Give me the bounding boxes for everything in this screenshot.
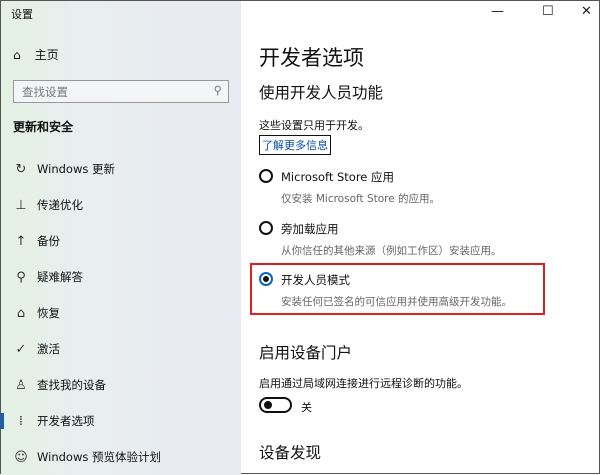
portal-desc: 启用通过局域网连接进行远程诊断的功能。 xyxy=(259,377,468,390)
radio-store[interactable] xyxy=(259,169,273,183)
sidebar-item-icon: ↻ xyxy=(15,161,27,177)
sidebar-item[interactable]: ⚲ 疑难解答 xyxy=(1,265,241,289)
sidebar-item[interactable]: ⁞ 开发者选项 xyxy=(1,409,241,433)
sidebar-item-label: Windows 预览体验计划 xyxy=(37,450,161,464)
option-sub: 从你信任的其他来源（例如工作区）安装应用。 xyxy=(281,245,502,257)
close-button[interactable]: ✕ xyxy=(581,4,592,19)
sidebar-item[interactable]: ♙ 查找我的设备 xyxy=(1,373,241,397)
sidebar-item[interactable]: ⌂ 恢复 xyxy=(1,301,241,325)
home-link[interactable]: ⌂ 主页 xyxy=(13,46,59,63)
option-label: 旁加载应用 xyxy=(281,222,339,236)
minimize-button[interactable]: — xyxy=(491,4,504,19)
sidebar-item-label: Windows 更新 xyxy=(37,162,115,176)
sidebar-item[interactable]: ⊥ 传递优化 xyxy=(1,193,241,217)
sidebar-item-icon: ⁞ xyxy=(18,413,24,429)
section-heading: 更新和安全 xyxy=(13,120,74,134)
learn-more-link[interactable]: 了解更多信息 xyxy=(259,135,331,155)
sidebar-item-label: 恢复 xyxy=(37,306,60,320)
sidebar-item-label: 开发者选项 xyxy=(37,414,95,428)
maximize-button[interactable]: ☐ xyxy=(542,4,554,19)
sidebar-item[interactable]: ✓ 激活 xyxy=(1,337,241,361)
radio-sideload[interactable] xyxy=(259,221,273,235)
sidebar-item-label: 激活 xyxy=(37,342,60,356)
sidebar-item-label: 疑难解答 xyxy=(37,270,83,284)
page-title: 开发者选项 xyxy=(259,46,364,70)
sidebar-item[interactable]: ↻ Windows 更新 xyxy=(1,157,241,181)
highlight-box xyxy=(250,263,545,315)
home-label: 主页 xyxy=(34,48,59,62)
sidebar-item-label: 备份 xyxy=(37,234,60,248)
sidebar-item-icon: ☺ xyxy=(14,449,28,465)
sidebar-item-icon: ✓ xyxy=(15,341,27,357)
search-icon: ⚲ xyxy=(213,83,222,97)
sidebar-item-icon: ♙ xyxy=(15,377,27,393)
sidebar-item[interactable]: ↑ 备份 xyxy=(1,229,241,253)
sidebar-item-icon: ⌂ xyxy=(16,305,26,321)
sidebar-item-label: 查找我的设备 xyxy=(37,378,106,392)
search-placeholder: 查找设置 xyxy=(22,85,68,99)
settings-window: 设置 ⌂ 主页 查找设置 ⚲ 更新和安全 ↻ Windows 更新 ⊥ 传递优化 ↑ 备份 ⚲ 疑… xyxy=(0,0,600,475)
section-device-portal: 启用设备门户 xyxy=(259,344,353,362)
section-dev-features: 使用开发人员功能 xyxy=(259,84,384,102)
toggle-label: 关 xyxy=(301,401,312,414)
sidebar-item-icon: ⊥ xyxy=(15,197,27,213)
window-title: 设置 xyxy=(11,8,33,21)
sidebar: 设置 ⌂ 主页 查找设置 ⚲ 更新和安全 ↻ Windows 更新 ⊥ 传递优化 ↑ 备份 ⚲ 疑… xyxy=(1,1,241,475)
search-input[interactable]: 查找设置 ⚲ xyxy=(13,80,229,103)
dev-desc: 这些设置只用于开发。 xyxy=(259,119,369,132)
section-device-discovery: 设备发现 xyxy=(259,444,322,462)
device-portal-toggle[interactable] xyxy=(259,397,292,413)
home-icon: ⌂ xyxy=(13,47,21,62)
option-label: Microsoft Store 应用 xyxy=(281,170,395,184)
sidebar-item[interactable]: ☺ Windows 预览体验计划 xyxy=(1,445,241,469)
sidebar-item-icon: ↑ xyxy=(15,233,27,249)
sidebar-item-label: 传递优化 xyxy=(37,198,83,212)
sidebar-item-icon: ⚲ xyxy=(16,269,26,285)
option-sub: 仅安装 Microsoft Store 的应用。 xyxy=(281,193,441,205)
